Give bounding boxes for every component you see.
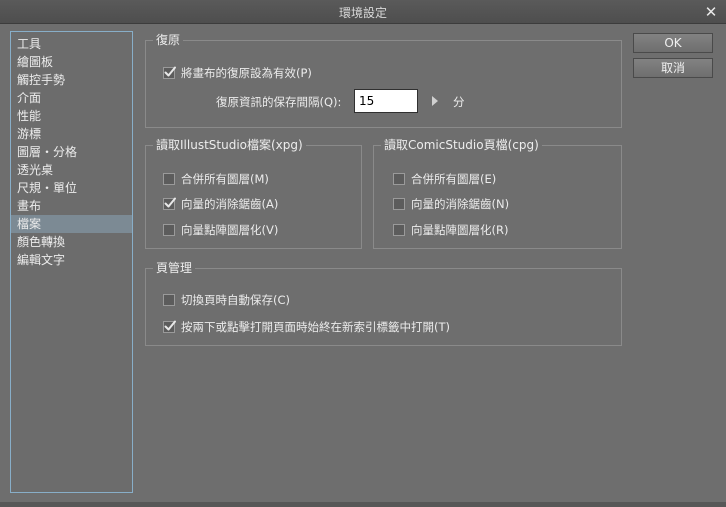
sidebar-item-file[interactable]: 檔案 [11, 215, 132, 233]
sidebar-item-label: 尺規・單位 [17, 181, 78, 195]
title-bar[interactable]: 環境設定 ✕ [0, 0, 726, 24]
sidebar-item-performance[interactable]: 性能 [11, 107, 132, 125]
enable-restore-label: 將畫布的復原設為有效(P) [181, 65, 312, 80]
bottom-edge [0, 502, 726, 507]
sidebar-item-label: 觸控手勢 [17, 73, 66, 87]
sidebar-item-interface[interactable]: 介面 [11, 89, 132, 107]
sidebar-item-tool[interactable]: 工具 [11, 35, 132, 53]
restore-interval-label: 復原資訊的保存間隔(Q): [216, 95, 342, 109]
sidebar-item-color-conversion[interactable]: 顏色轉換 [11, 233, 132, 251]
sidebar-item-touch-gesture[interactable]: 觸控手勢 [11, 71, 132, 89]
sidebar-item-label: 編輯文字 [17, 253, 66, 267]
autosave-on-page-switch-label: 切換頁時自動保存(C) [181, 292, 291, 307]
cancel-button[interactable]: 取消 [633, 58, 713, 78]
close-icon: ✕ [704, 3, 718, 21]
comic-rasterize-label: 向量點陣圖層化(R) [411, 222, 509, 237]
window-title: 環境設定 [338, 6, 387, 20]
restore-interval-unit: 分 [453, 95, 465, 109]
illust-antialias-label: 向量的消除鋸齒(A) [181, 196, 279, 211]
sidebar-item-label: 性能 [17, 109, 42, 123]
page-management-group-title: 頁管理 [153, 261, 196, 275]
illust-rasterize-label: 向量點陣圖層化(V) [181, 222, 279, 237]
sidebar-item-label: 游標 [17, 127, 42, 141]
sidebar-item-label: 圖層・分格 [17, 145, 78, 159]
sidebar-item-label: 透光桌 [17, 163, 54, 177]
sidebar-item-light-table[interactable]: 透光桌 [11, 161, 132, 179]
open-page-in-new-tab-checkbox[interactable] [163, 320, 176, 333]
close-button[interactable]: ✕ [702, 3, 720, 21]
comicstudio-group-title: 讀取ComicStudio頁檔(cpg) [381, 138, 542, 152]
preferences-dialog: 環境設定 ✕ 工具 繪圖板 觸控手勢 介面 性能 游標 圖層・分格 透光桌 尺規… [0, 0, 726, 507]
illust-merge-layers-label: 合併所有圖層(M) [181, 171, 269, 186]
comic-antialias-label: 向量的消除鋸齒(N) [411, 196, 510, 211]
restore-interval-input[interactable] [354, 89, 418, 113]
sidebar-item-cursor[interactable]: 游標 [11, 125, 132, 143]
illust-rasterize-checkbox[interactable] [163, 223, 175, 236]
autosave-on-page-switch-option[interactable]: 切換頁時自動保存(C) [163, 291, 290, 307]
illust-antialias-checkbox[interactable] [163, 197, 176, 210]
comic-antialias-option[interactable]: 向量的消除鋸齒(N) [393, 195, 509, 211]
comic-merge-layers-option[interactable]: 合併所有圖層(E) [393, 170, 496, 186]
open-page-in-new-tab-option[interactable]: 按兩下或點擊打開頁面時始終在新索引標籤中打開(T) [163, 318, 450, 334]
restore-group-title: 復原 [153, 33, 184, 47]
illuststudio-group-title: 讀取IllustStudio檔案(xpg) [153, 138, 306, 152]
restore-group: 復原 將畫布的復原設為有效(P) 復原資訊的保存間隔(Q): 分 [145, 33, 622, 128]
illust-antialias-option[interactable]: 向量的消除鋸齒(A) [163, 195, 278, 211]
sidebar-item-label: 檔案 [17, 217, 42, 231]
comic-antialias-checkbox[interactable] [393, 197, 405, 210]
ok-button[interactable]: OK [633, 33, 713, 53]
open-page-in-new-tab-label: 按兩下或點擊打開頁面時始終在新索引標籤中打開(T) [181, 319, 450, 334]
sidebar-item-edit-text[interactable]: 編輯文字 [11, 251, 132, 269]
interval-stepper-arrow-icon[interactable] [432, 96, 438, 106]
enable-restore-option[interactable]: 將畫布的復原設為有效(P) [163, 64, 312, 80]
illust-merge-layers-option[interactable]: 合併所有圖層(M) [163, 170, 269, 186]
sidebar-item-label: 畫布 [17, 199, 42, 213]
illust-merge-layers-checkbox[interactable] [163, 172, 175, 185]
comic-merge-layers-checkbox[interactable] [393, 172, 405, 185]
sidebar-item-ruler-unit[interactable]: 尺規・單位 [11, 179, 132, 197]
sidebar-item-label: 工具 [17, 37, 42, 51]
comic-rasterize-option[interactable]: 向量點陣圖層化(R) [393, 221, 508, 237]
illuststudio-import-group: 讀取IllustStudio檔案(xpg) 合併所有圖層(M) 向量的消除鋸齒(… [145, 138, 362, 249]
comic-merge-layers-label: 合併所有圖層(E) [411, 171, 497, 186]
category-list[interactable]: 工具 繪圖板 觸控手勢 介面 性能 游標 圖層・分格 透光桌 尺規・單位 畫布 … [10, 31, 133, 493]
sidebar-item-label: 繪圖板 [17, 55, 54, 69]
sidebar-item-layer-frame[interactable]: 圖層・分格 [11, 143, 132, 161]
sidebar-item-label: 介面 [17, 91, 42, 105]
comicstudio-import-group: 讀取ComicStudio頁檔(cpg) 合併所有圖層(E) 向量的消除鋸齒(N… [373, 138, 622, 249]
illust-rasterize-option[interactable]: 向量點陣圖層化(V) [163, 221, 278, 237]
sidebar-item-label: 顏色轉換 [17, 235, 66, 249]
sidebar-item-tablet[interactable]: 繪圖板 [11, 53, 132, 71]
comic-rasterize-checkbox[interactable] [393, 223, 405, 236]
enable-restore-checkbox[interactable] [163, 66, 176, 79]
sidebar-item-canvas[interactable]: 畫布 [11, 197, 132, 215]
page-management-group: 頁管理 切換頁時自動保存(C) 按兩下或點擊打開頁面時始終在新索引標籤中打開(T… [145, 261, 622, 346]
autosave-on-page-switch-checkbox[interactable] [163, 293, 175, 306]
